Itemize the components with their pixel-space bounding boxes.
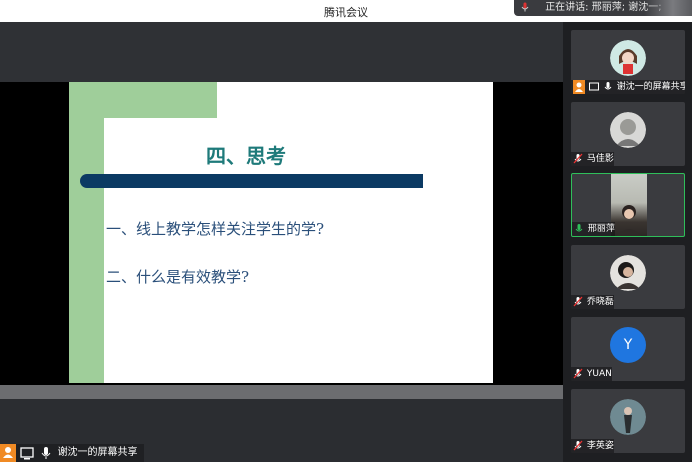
slide-heading: 四、思考	[206, 144, 286, 168]
participant-name: 马佳影	[586, 154, 614, 164]
participant-name: 乔晓磊	[586, 297, 614, 307]
person-icon	[573, 80, 585, 94]
participant-name: YUAN	[586, 369, 612, 379]
participant-label: 乔晓磊	[571, 295, 614, 309]
photo-avatar	[610, 399, 646, 435]
muted-microphone-icon	[573, 440, 583, 450]
muted-microphone-icon	[573, 296, 583, 306]
slide-text-line: 二、什么是有效教学?	[106, 268, 250, 286]
muted-microphone-icon	[573, 153, 583, 163]
screen-share-badge[interactable]: 谢沈一的屏幕共享	[0, 444, 144, 462]
presentation-slide: 四、思考 一、线上教学怎样关注学生的学? 二、什么是有效教学?	[69, 82, 493, 383]
muted-microphone-icon	[573, 368, 583, 378]
participant-label: 谢沈一的屏幕共享	[571, 80, 685, 94]
speaking-indicator: 正在讲话: 邢丽萍; 谢沈一;	[514, 0, 692, 16]
person-icon	[0, 444, 16, 462]
microphone-icon	[521, 2, 529, 12]
microphone-active-icon	[575, 223, 583, 231]
microphone-icon	[604, 81, 612, 89]
participant-label: 马佳影	[571, 152, 614, 166]
slide-divider-bar	[80, 174, 423, 188]
share-badge-label: 谢沈一的屏幕共享	[57, 447, 138, 458]
participant-name: 谢沈一的屏幕共享	[616, 82, 685, 92]
participant-panel: 谢沈一的屏幕共享 马佳影 邢丽萍 乔晓磊 Y YUAN 李英姿	[563, 22, 692, 462]
participant-label: YUAN	[571, 367, 612, 381]
screen-share-icon	[588, 82, 599, 91]
participant-name: 邢丽萍	[587, 224, 615, 234]
participant-tile[interactable]: 谢沈一的屏幕共享	[571, 30, 685, 94]
participant-tile[interactable]: Y YUAN	[571, 317, 685, 381]
photo-avatar	[610, 255, 646, 291]
participant-label: 李英姿	[571, 439, 614, 453]
cartoon-girl-avatar	[610, 40, 646, 76]
photo-avatar	[610, 112, 646, 148]
participant-label: 邢丽萍	[572, 222, 615, 236]
slide-text-line: 一、线上教学怎样关注学生的学?	[106, 220, 325, 238]
letter-avatar: Y	[610, 327, 646, 363]
microphone-icon	[41, 447, 51, 459]
camera-video	[611, 174, 647, 236]
participant-tile[interactable]: 马佳影	[571, 102, 685, 166]
participant-tile[interactable]: 李英姿	[571, 389, 685, 453]
participant-tile[interactable]: 乔晓磊	[571, 245, 685, 309]
participant-tile-speaking[interactable]: 邢丽萍	[571, 173, 685, 237]
participant-name: 李英姿	[586, 441, 614, 451]
slide-decoration	[104, 82, 217, 118]
slide-decoration	[69, 82, 104, 383]
screen-share-icon	[20, 447, 34, 460]
